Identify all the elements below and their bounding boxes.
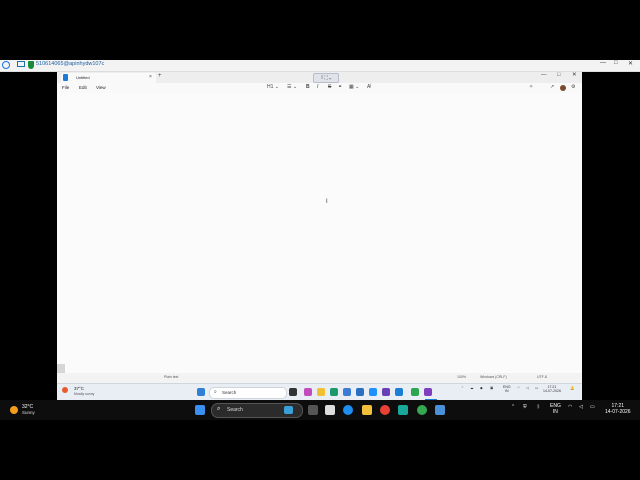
onenote-icon[interactable]	[382, 388, 390, 396]
share-icon[interactable]: ↗	[550, 84, 554, 90]
remote-taskbar: 37°C Mostly sunny ⌕ Search ⌃ ☁ ◆ ▣ ENG I…	[57, 383, 582, 401]
bold-button[interactable]: B	[306, 84, 310, 90]
notepad-icon	[63, 74, 68, 81]
copilot-app-icon[interactable]	[304, 388, 312, 396]
remote-date: 14-07-2026	[543, 389, 561, 393]
cloud-icon[interactable]: ☁	[470, 386, 474, 390]
text-cursor-icon: I	[326, 199, 328, 205]
teams-icon[interactable]	[369, 388, 377, 396]
tab-title: Untitled	[76, 75, 90, 80]
remote-language-indicator[interactable]: ENG IN	[503, 385, 511, 393]
remote-search-label: Search	[222, 390, 237, 395]
tray-chevron-icon[interactable]: ⌃	[461, 386, 464, 390]
weather-condition: Sunny	[22, 410, 35, 415]
search-highlight-icon	[284, 406, 293, 414]
start-icon[interactable]	[195, 405, 205, 415]
tab-untitled[interactable]: Untitled ×	[61, 73, 156, 83]
session-id: 510614065@apinhydw107c	[36, 61, 105, 67]
chrome-profile-icon[interactable]	[417, 405, 427, 415]
wifi-icon[interactable]: ◠	[517, 386, 520, 390]
search-box[interactable]: ⌕ Search	[211, 403, 303, 418]
menu-edit[interactable]: Edit	[79, 85, 87, 90]
menu-bar: File Edit View H1 ⌄ ☰ ⌄ B I S ⚭ ▦ ⌄ A̸ ✧…	[57, 83, 582, 93]
remote-weather-condition: Mostly sunny	[74, 392, 95, 396]
widgets-icon[interactable]	[325, 405, 335, 415]
remote-clock[interactable]: 17:21 14-07-2026	[543, 385, 561, 393]
minimize-button[interactable]: —	[541, 72, 547, 78]
local-taskbar: 32°C Sunny ⌕ Search ⌃ ⛨ ᛒ ENG IN ◠ ◁ ▭ 1…	[0, 400, 640, 420]
search-icon: ⌕	[214, 389, 217, 395]
shield-icon	[28, 61, 34, 69]
settings-gear-icon[interactable]: ⚙	[571, 84, 575, 90]
word-icon[interactable]	[395, 388, 403, 396]
remote-app-logo-icon[interactable]	[2, 61, 10, 69]
edge-icon[interactable]	[330, 388, 338, 396]
wifi-icon[interactable]: ◠	[568, 404, 572, 410]
chrome-icon[interactable]	[380, 405, 390, 415]
title-bar: Untitled × + ⁞⁞ ⛶ ⌄ — □ ✕	[57, 72, 582, 83]
search-label: Search	[227, 407, 243, 413]
lang-bottom: IN	[552, 409, 558, 415]
avatar[interactable]	[560, 85, 566, 91]
remote-close-button[interactable]: ✕	[628, 60, 633, 67]
task-view-icon[interactable]	[289, 388, 297, 396]
heading-dropdown[interactable]: H1 ⌄	[267, 84, 279, 90]
remote-desktop-icon[interactable]	[398, 405, 408, 415]
weather-icon[interactable]	[62, 387, 68, 393]
file-explorer-icon[interactable]	[317, 388, 325, 396]
bluetooth-icon[interactable]: ᛒ	[537, 404, 540, 410]
task-view-icon[interactable]	[308, 405, 318, 415]
clock[interactable]: 17:21 14-07-2026	[605, 403, 631, 415]
date: 14-07-2026	[605, 409, 631, 415]
new-tab-button[interactable]: +	[158, 73, 162, 79]
notepad-window: Untitled × + ⁞⁞ ⛶ ⌄ — □ ✕ File Edit View…	[57, 72, 582, 400]
search-icon: ⌕	[217, 406, 221, 412]
text-editor-area[interactable]: I	[57, 93, 582, 373]
remote-maximize-button[interactable]: □	[614, 60, 618, 66]
outlook-icon[interactable]	[356, 388, 364, 396]
file-explorer-icon[interactable]	[362, 405, 372, 415]
remote-session-bar: 510614065@apinhydw107c — □ ✕	[0, 60, 640, 72]
list-dropdown[interactable]: ☰ ⌄	[287, 84, 297, 90]
chrome-icon[interactable]	[411, 388, 419, 396]
remote-weather-temp: 37°C	[74, 386, 85, 391]
tab-close-button[interactable]: ×	[149, 74, 152, 80]
status-bar: Plain text 100% Windows (CRLF) UTF-8	[57, 373, 582, 383]
format-status[interactable]: Plain text	[164, 375, 178, 379]
battery-icon[interactable]: ▭	[535, 386, 538, 390]
zoom-status[interactable]: 100%	[457, 375, 466, 379]
language-indicator[interactable]: ENG IN	[550, 403, 561, 415]
volume-icon[interactable]: ◁	[579, 404, 583, 410]
security-icon[interactable]: ◆	[480, 386, 483, 390]
line-ending-status[interactable]: Windows (CRLF)	[480, 375, 507, 379]
italic-button[interactable]: I	[317, 84, 318, 90]
encoding-status[interactable]: UTF-8	[537, 375, 547, 379]
notepad-taskbar-icon[interactable]	[425, 386, 437, 400]
clear-formatting-button[interactable]: A̸	[367, 84, 370, 90]
edge-icon[interactable]	[343, 405, 353, 415]
battery-icon[interactable]: ▭	[590, 404, 595, 410]
snipping-tool-icon[interactable]	[435, 405, 445, 415]
app-tray-icon[interactable]: ▣	[490, 386, 493, 390]
strikethrough-button[interactable]: S	[328, 84, 331, 90]
volume-icon[interactable]: ◁	[526, 386, 529, 390]
tray-chevron-icon[interactable]: ⌃	[511, 404, 515, 410]
menu-file[interactable]: File	[62, 85, 69, 90]
menu-view[interactable]: View	[96, 85, 106, 90]
table-dropdown[interactable]: ▦ ⌄	[349, 84, 359, 90]
remote-search-box[interactable]: ⌕ Search	[209, 387, 287, 399]
store-icon[interactable]	[343, 388, 351, 396]
remote-minimize-button[interactable]: —	[600, 60, 606, 66]
link-button[interactable]: ⚭	[338, 84, 342, 90]
copilot-icon[interactable]: ✧	[529, 84, 533, 90]
monitor-icon[interactable]	[17, 61, 25, 67]
notification-bell-icon[interactable]: 🔔	[570, 386, 574, 390]
antivirus-icon[interactable]: ⛨	[523, 404, 527, 410]
remote-start-icon[interactable]	[197, 388, 205, 396]
snap-layout-control[interactable]: ⁞⁞ ⛶ ⌄	[313, 73, 339, 83]
remote-lang-bottom: IN	[505, 389, 509, 393]
close-button[interactable]: ✕	[572, 72, 577, 78]
maximize-button[interactable]: □	[557, 72, 560, 78]
sun-icon[interactable]	[10, 406, 18, 414]
